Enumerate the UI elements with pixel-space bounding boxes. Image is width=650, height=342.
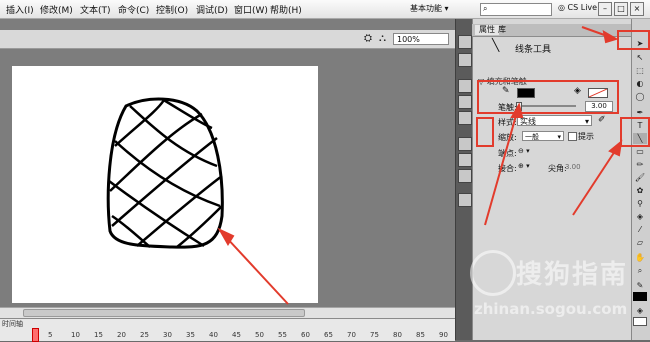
frame-number: 90 <box>439 331 448 339</box>
frame-number: 20 <box>117 331 126 339</box>
frame-number: 55 <box>278 331 287 339</box>
arrow-to-line-tool <box>572 147 618 216</box>
frame-number: 45 <box>232 331 241 339</box>
watermark-brand: 搜狗指南 <box>516 260 629 290</box>
watermark: 搜狗指南 zhinan.sogou.com <box>470 250 640 325</box>
frame-number: 85 <box>416 331 425 339</box>
frame-number: 65 <box>324 331 333 339</box>
frame-number: 50 <box>255 331 264 339</box>
watermark-url: zhinan.sogou.com <box>474 300 628 318</box>
frame-number: 40 <box>209 331 218 339</box>
arrow-to-fill-stroke <box>484 111 518 226</box>
frame-number: 15 <box>94 331 103 339</box>
frame-number: 30 <box>163 331 172 339</box>
frame-number: 5 <box>48 331 53 339</box>
frame-number: 70 <box>347 331 356 339</box>
frame-number: 35 <box>186 331 195 339</box>
frame-number: 80 <box>393 331 402 339</box>
frame-number: 60 <box>301 331 310 339</box>
frame-number: 25 <box>140 331 149 339</box>
arrow-to-shape <box>224 235 289 305</box>
watermark-logo <box>470 250 516 296</box>
frame-number: 75 <box>370 331 379 339</box>
frame-number: 10 <box>71 331 80 339</box>
